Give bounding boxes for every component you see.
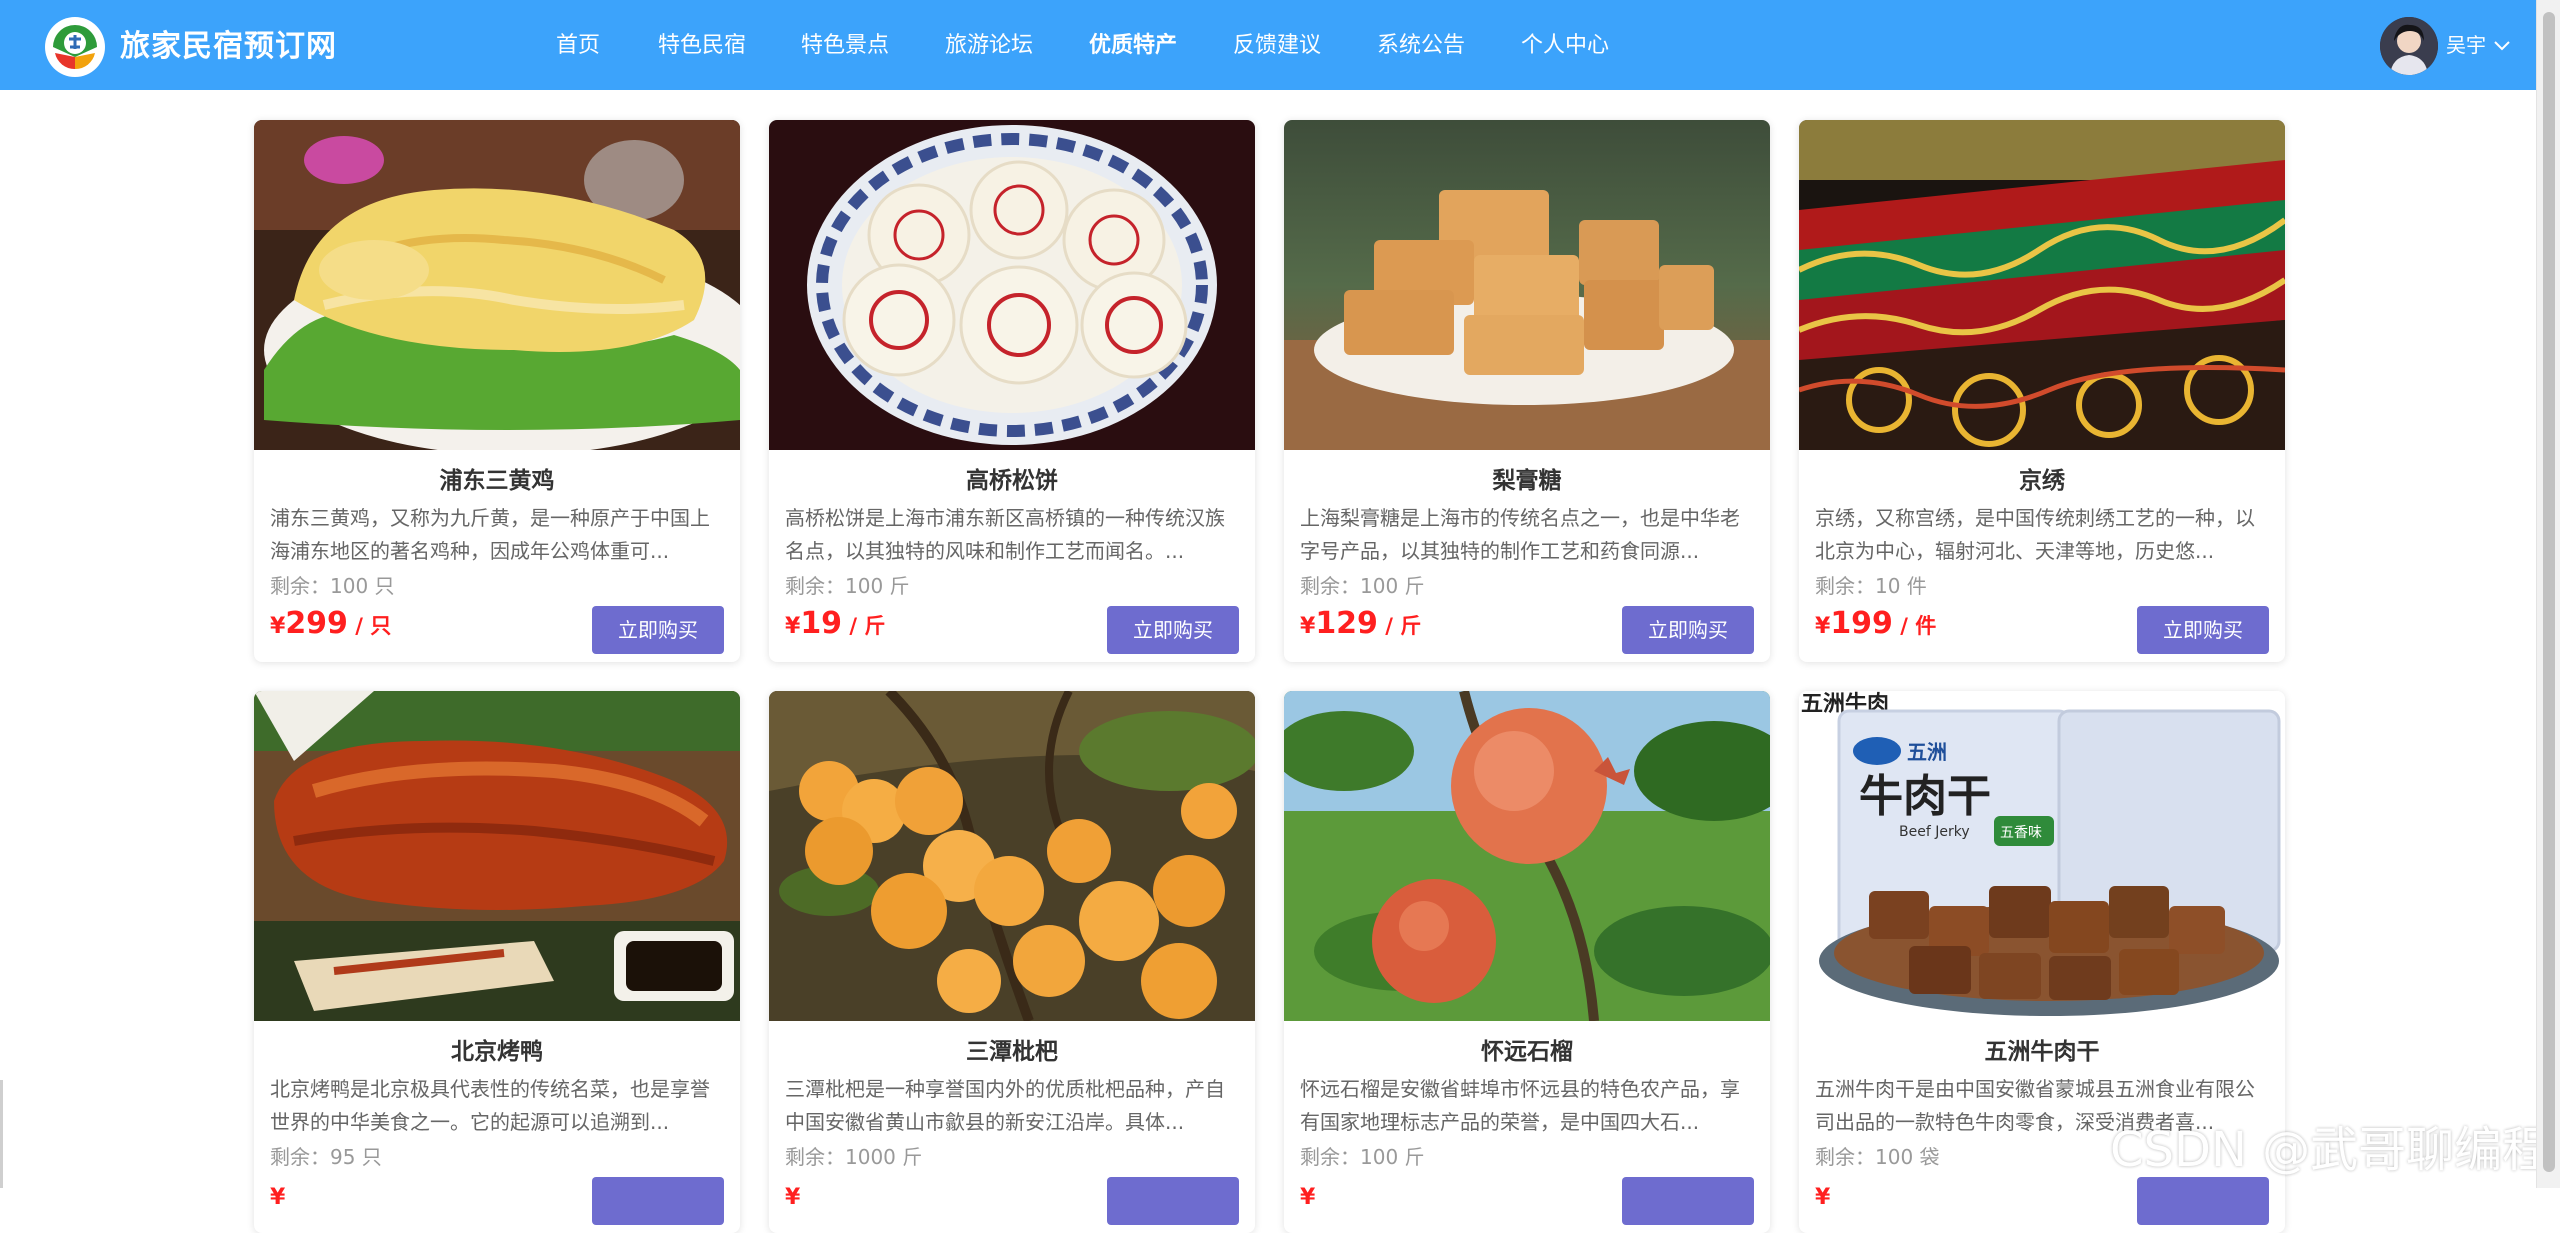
price-unit: / 斤 — [842, 614, 886, 638]
currency-symbol: ¥ — [1300, 1185, 1316, 1210]
nav-announcements[interactable]: 系统公告 — [1377, 28, 1465, 64]
buy-now-button[interactable] — [592, 1177, 724, 1225]
product-image-pomegranate[interactable] — [1284, 691, 1770, 1021]
buy-now-button[interactable]: 立即购买 — [1622, 606, 1754, 654]
product-price: ¥129 / 斤 — [1300, 606, 1421, 646]
product-price: ¥19 / 斤 — [785, 606, 885, 646]
package-product-text: 牛肉干 — [1859, 771, 1991, 822]
product-description: 北京烤鸭是北京极具代表性的传统名菜，也是享誉世界的中华美食之一。它的起源可以追溯… — [270, 1077, 710, 1134]
product-description: 高桥松饼是上海市浦东新区高桥镇的一种传统汉族名点，以其独特的风味和制作工艺而闻名… — [785, 506, 1225, 563]
product-image-embroidery[interactable] — [1799, 120, 2285, 450]
product-image-chicken[interactable] — [254, 120, 740, 450]
product-stock: 剩余：100 斤 — [1300, 574, 1425, 598]
product-name[interactable]: 三潭枇杷 — [769, 1035, 1255, 1069]
product-card[interactable]: 京绣 京绣，又称宫绣，是中国传统刺绣工艺的一种，以北京为中心，辐射河北、天津等地… — [1799, 120, 2285, 662]
package-english-text: Beef Jerky — [1899, 824, 1970, 840]
product-image-loquat[interactable] — [769, 691, 1255, 1021]
nav-home[interactable]: 首页 — [556, 28, 600, 64]
product-price: ¥299 / 只 — [270, 606, 391, 646]
currency-symbol: ¥ — [270, 614, 286, 639]
product-card[interactable]: 高桥松饼 高桥松饼是上海市浦东新区高桥镇的一种传统汉族名点，以其独特的风味和制作… — [769, 120, 1255, 662]
product-price: ¥ — [785, 1177, 800, 1217]
product-card[interactable]: 怀远石榴 怀远石榴是安徽省蚌埠市怀远县的特色农产品，享有国家地理标志产品的荣誉，… — [1284, 691, 1770, 1233]
buy-now-button[interactable]: 立即购买 — [592, 606, 724, 654]
product-image-roast-duck[interactable] — [254, 691, 740, 1021]
buy-now-button[interactable] — [1622, 1177, 1754, 1225]
product-stock: 剩余：10 件 — [1815, 574, 1927, 598]
nav-personal-center[interactable]: 个人中心 — [1521, 28, 1609, 64]
price-unit: / 只 — [347, 614, 392, 638]
price-value: 199 — [1830, 606, 1893, 641]
product-price: ¥ — [1815, 1177, 1830, 1217]
buy-now-button[interactable] — [2137, 1177, 2269, 1225]
product-image-beef-jerky[interactable]: 五洲牛肉 五洲 牛肉干 Beef Jerky 五香味 — [1799, 691, 2285, 1021]
price-value: 299 — [285, 606, 348, 641]
price-unit: / 斤 — [1377, 614, 1422, 638]
nav-forum[interactable]: 旅游论坛 — [945, 28, 1033, 64]
product-stock: 剩余：100 斤 — [785, 574, 910, 598]
currency-symbol: ¥ — [785, 614, 801, 639]
page-scrollbar[interactable] — [2536, 0, 2560, 1188]
price-value: 129 — [1315, 606, 1378, 641]
user-avatar[interactable] — [2380, 17, 2438, 75]
nav-attractions[interactable]: 特色景点 — [801, 28, 889, 64]
product-card[interactable]: 浦东三黄鸡 浦东三黄鸡，又称为九斤黄，是一种原产于中国上海浦东地区的著名鸡种，因… — [254, 120, 740, 662]
product-card[interactable]: 三潭枇杷 三潭枇杷是一种享誉国内外的优质枇杷品种，产自中国安徽省黄山市歙县的新安… — [769, 691, 1255, 1233]
site-logo[interactable] — [45, 17, 105, 77]
product-description: 三潭枇杷是一种享誉国内外的优质枇杷品种，产自中国安徽省黄山市歙县的新安江沿岸。具… — [785, 1077, 1225, 1134]
currency-symbol: ¥ — [1815, 1185, 1831, 1210]
product-name[interactable]: 京绣 — [1799, 464, 2285, 498]
currency-symbol: ¥ — [1815, 614, 1831, 639]
csdn-watermark: CSDN @武哥聊编程 — [2110, 1122, 2551, 1178]
product-price: ¥199 / 件 — [1815, 606, 1936, 646]
product-stock: 剩余：100 只 — [270, 574, 395, 598]
product-price: ¥ — [270, 1177, 285, 1217]
buy-now-button[interactable]: 立即购买 — [2137, 606, 2269, 654]
product-stock: 剩余：95 只 — [270, 1145, 382, 1169]
price-unit: / 件 — [1892, 614, 1937, 638]
left-edge-divider — [0, 1080, 3, 1188]
package-flavor-text: 五香味 — [2000, 825, 2042, 841]
product-description: 京绣，又称宫绣，是中国传统刺绣工艺的一种，以北京为中心，辐射河北、天津等地，历史… — [1815, 506, 2255, 563]
product-name[interactable]: 北京烤鸭 — [254, 1035, 740, 1069]
product-name[interactable]: 怀远石榴 — [1284, 1035, 1770, 1069]
chevron-down-icon[interactable] — [2492, 35, 2512, 55]
user-name[interactable]: 吴宇 — [2446, 29, 2486, 61]
site-title[interactable]: 旅家民宿预订网 — [120, 27, 337, 67]
buy-now-button[interactable]: 立即购买 — [1107, 606, 1239, 654]
buy-now-button[interactable] — [1107, 1177, 1239, 1225]
product-stock: 剩余：100 袋 — [1815, 1145, 1940, 1169]
product-card[interactable]: 梨膏糖 上海梨膏糖是上海市的传统名点之一，也是中华老字号产品，以其独特的制作工艺… — [1284, 120, 1770, 662]
currency-symbol: ¥ — [785, 1185, 801, 1210]
price-value: 19 — [800, 606, 843, 641]
product-description: 怀远石榴是安徽省蚌埠市怀远县的特色农产品，享有国家地理标志产品的荣誉，是中国四大… — [1300, 1077, 1740, 1134]
product-image-pear-candy[interactable] — [1284, 120, 1770, 450]
product-name[interactable]: 五洲牛肉干 — [1799, 1035, 2285, 1069]
product-card[interactable]: 北京烤鸭 北京烤鸭是北京极具代表性的传统名菜，也是享誉世界的中华美食之一。它的起… — [254, 691, 740, 1233]
product-stock: 剩余：1000 斤 — [785, 1145, 923, 1169]
product-grid: 浦东三黄鸡 浦东三黄鸡，又称为九斤黄，是一种原产于中国上海浦东地区的著名鸡种，因… — [254, 120, 2286, 1233]
nav-feedback[interactable]: 反馈建议 — [1233, 28, 1321, 64]
product-price: ¥ — [1300, 1177, 1315, 1217]
product-description: 上海梨膏糖是上海市的传统名点之一，也是中华老字号产品，以其独特的制作工艺和药食同… — [1300, 506, 1740, 563]
product-description: 浦东三黄鸡，又称为九斤黄，是一种原产于中国上海浦东地区的著名鸡种，因成年公鸡体重… — [270, 506, 710, 563]
top-navigation-bar: 旅家民宿预订网 首页 特色民宿 特色景点 旅游论坛 优质特产 反馈建议 系统公告… — [0, 0, 2536, 90]
currency-symbol: ¥ — [270, 1185, 286, 1210]
nav-specialties[interactable]: 优质特产 — [1089, 28, 1177, 64]
scrollbar-thumb[interactable] — [2543, 12, 2555, 1172]
product-stock: 剩余：100 斤 — [1300, 1145, 1425, 1169]
product-name[interactable]: 高桥松饼 — [769, 464, 1255, 498]
currency-symbol: ¥ — [1300, 614, 1316, 639]
product-name[interactable]: 梨膏糖 — [1284, 464, 1770, 498]
product-image-pastry[interactable] — [769, 120, 1255, 450]
nav-homestays[interactable]: 特色民宿 — [658, 28, 746, 64]
package-logo-text: 五洲 — [1907, 740, 1947, 764]
product-name[interactable]: 浦东三黄鸡 — [254, 464, 740, 498]
